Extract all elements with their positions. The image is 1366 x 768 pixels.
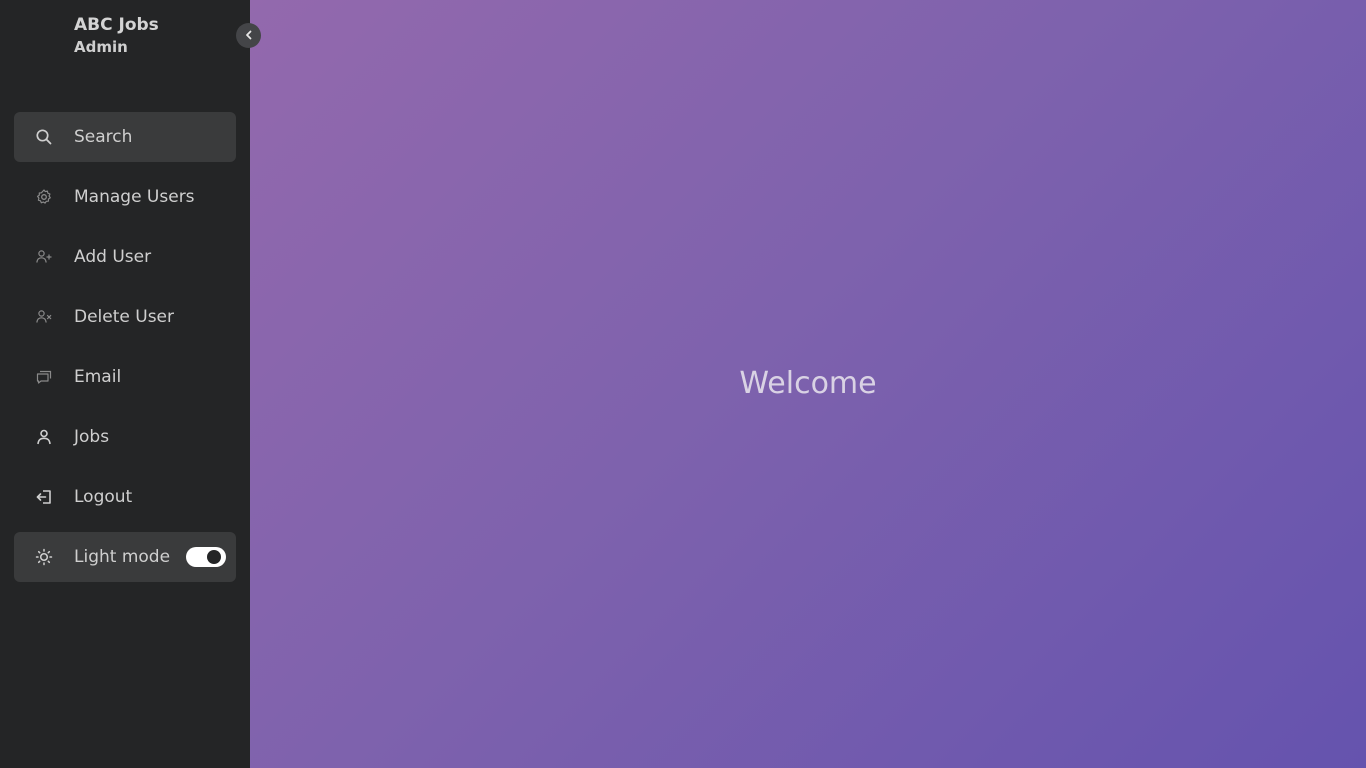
user-plus-icon [14, 248, 74, 266]
logout-icon [14, 488, 74, 506]
brand-subtitle: Admin [74, 38, 128, 56]
gear-icon [14, 188, 74, 206]
light-mode-toggle[interactable] [186, 547, 226, 567]
sidebar-item-logout[interactable]: Logout [14, 472, 236, 522]
chevron-left-icon [243, 26, 255, 45]
sidebar: ABC Jobs Admin Search Manage Users Add U… [0, 0, 261, 768]
sidebar-item-add-user[interactable]: Add User [14, 232, 236, 282]
sidebar-collapse-button[interactable] [236, 23, 261, 48]
chat-icon [14, 368, 74, 386]
sidebar-item-label: Email [74, 367, 122, 387]
app-root: ABC Jobs Admin Search Manage Users Add U… [0, 0, 1366, 768]
sidebar-item-label: Delete User [74, 307, 175, 327]
sidebar-item-delete-user[interactable]: Delete User [14, 292, 236, 342]
sun-icon [14, 548, 74, 566]
sidebar-item-label: Search [74, 127, 133, 147]
sidebar-item-jobs[interactable]: Jobs [14, 412, 236, 462]
light-mode-label: Light mode [74, 547, 171, 567]
main-content: Welcome [250, 0, 1366, 768]
search-icon [14, 128, 74, 146]
sidebar-item-label: Jobs [74, 427, 110, 447]
sidebar-item-search[interactable]: Search [14, 112, 236, 162]
welcome-text: Welcome [739, 366, 877, 401]
sidebar-item-email[interactable]: Email [14, 352, 236, 402]
sidebar-item-label: Add User [74, 247, 152, 267]
user-x-icon [14, 308, 74, 326]
toggle-knob [207, 550, 221, 564]
brand: ABC Jobs Admin [74, 14, 159, 58]
sidebar-item-manage-users[interactable]: Manage Users [14, 172, 236, 222]
sidebar-item-label: Logout [74, 487, 133, 507]
brand-title: ABC Jobs [74, 15, 159, 35]
sidebar-item-label: Manage Users [74, 187, 195, 207]
user-icon [14, 428, 74, 446]
light-mode-row: Light mode [14, 532, 236, 582]
sidebar-nav: Search Manage Users Add User Delete User… [14, 112, 236, 592]
